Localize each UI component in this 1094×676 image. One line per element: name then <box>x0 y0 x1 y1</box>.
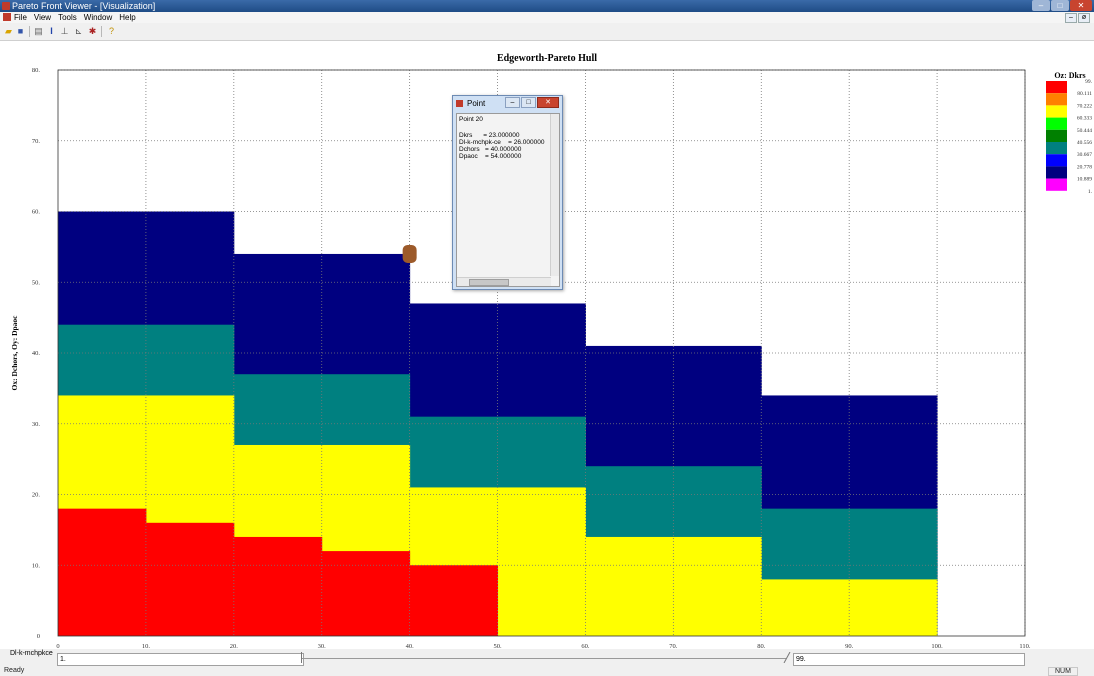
legend-swatch <box>1046 117 1067 130</box>
point-close-button[interactable]: ✕ <box>537 97 559 108</box>
point-info-line: Point 20 <box>459 116 483 123</box>
y-tick-label: 50. <box>32 279 41 286</box>
legend-swatch <box>1046 142 1067 155</box>
point-info-line: Dchors = 40.000000 <box>459 146 522 153</box>
hull-band-red <box>233 536 323 636</box>
hull-band-red <box>409 565 499 636</box>
y-tick-label: 70. <box>32 138 41 145</box>
slider-label: Dl-k-mchpkce <box>10 650 53 657</box>
y-tick-label: 0 <box>37 633 40 640</box>
hull-band-red <box>145 522 235 636</box>
legend-label: 10.889 <box>1077 177 1092 183</box>
point-minimize-button[interactable]: – <box>505 97 520 108</box>
hull-band-yellow <box>761 579 850 636</box>
point-maximize-button[interactable]: □ <box>521 97 536 108</box>
vertical-scrollbar[interactable] <box>550 114 559 276</box>
slider-min-handle[interactable] <box>301 652 305 663</box>
legend-swatch <box>1046 93 1067 106</box>
slider-min-input[interactable]: 1. <box>57 653 304 666</box>
hull-band-yellow <box>497 487 586 636</box>
legend-swatch <box>1046 166 1067 179</box>
point-window-icon <box>456 100 463 107</box>
point-info-line: Dl-k-mchpk-ce = 26.000000 <box>459 139 545 146</box>
legend-swatch <box>1046 178 1067 191</box>
legend-swatch <box>1046 154 1067 167</box>
point-info-line: Dkrs = 23.000000 <box>459 132 520 139</box>
legend-swatch <box>1046 105 1067 118</box>
hull-band-yellow <box>673 536 762 636</box>
hull-band-yellow <box>585 536 674 636</box>
legend-label: 1. <box>1088 189 1093 195</box>
point-popup[interactable]: Point – □ ✕ Point 20 Dkrs = 23.000000 Dl… <box>452 95 563 290</box>
point-popup-title: Point <box>467 99 486 108</box>
hull-band-red <box>58 508 147 636</box>
legend-label: 80.111 <box>1077 91 1092 97</box>
y-tick-label: 60. <box>32 209 41 216</box>
y-axis-label: Ox: Dchors, Oy: Dpaoc <box>10 315 19 391</box>
legend-label: 30.667 <box>1077 152 1092 158</box>
legend-label: 40.556 <box>1077 140 1092 146</box>
legend-label: 70.222 <box>1077 103 1092 109</box>
legend-label: 99. <box>1085 79 1093 85</box>
selected-point-marker[interactable] <box>402 244 417 263</box>
point-popup-controls: – □ ✕ <box>505 97 559 108</box>
legend-title: Oz: Dkrs <box>1054 71 1085 80</box>
y-tick-label: 80. <box>32 67 41 74</box>
horizontal-scrollbar[interactable] <box>457 277 551 286</box>
scrollbar-thumb[interactable] <box>469 279 509 286</box>
status-text: Ready <box>4 667 25 674</box>
point-info-line: Dpaoc = 54.000000 <box>459 153 522 160</box>
hull-band-red <box>365 551 411 636</box>
slider-max-input[interactable]: 99. <box>793 653 1025 666</box>
legend-swatch <box>1046 81 1067 94</box>
y-tick-label: 30. <box>32 421 41 428</box>
hull-band-red <box>321 551 367 636</box>
hull-band-yellow <box>849 579 938 636</box>
legend-swatch <box>1046 129 1067 142</box>
legend-label: 50.444 <box>1077 128 1092 134</box>
slider-max-handle[interactable] <box>783 652 791 663</box>
y-tick-label: 20. <box>32 492 41 499</box>
slider-track[interactable] <box>302 658 786 659</box>
y-tick-label: 10. <box>32 562 41 569</box>
y-tick-label: 40. <box>32 350 41 357</box>
legend-label: 60.333 <box>1077 116 1092 122</box>
point-info-text[interactable]: Point 20 Dkrs = 23.000000 Dl-k-mchpk-ce … <box>456 113 560 287</box>
legend-label: 20.778 <box>1077 164 1092 170</box>
